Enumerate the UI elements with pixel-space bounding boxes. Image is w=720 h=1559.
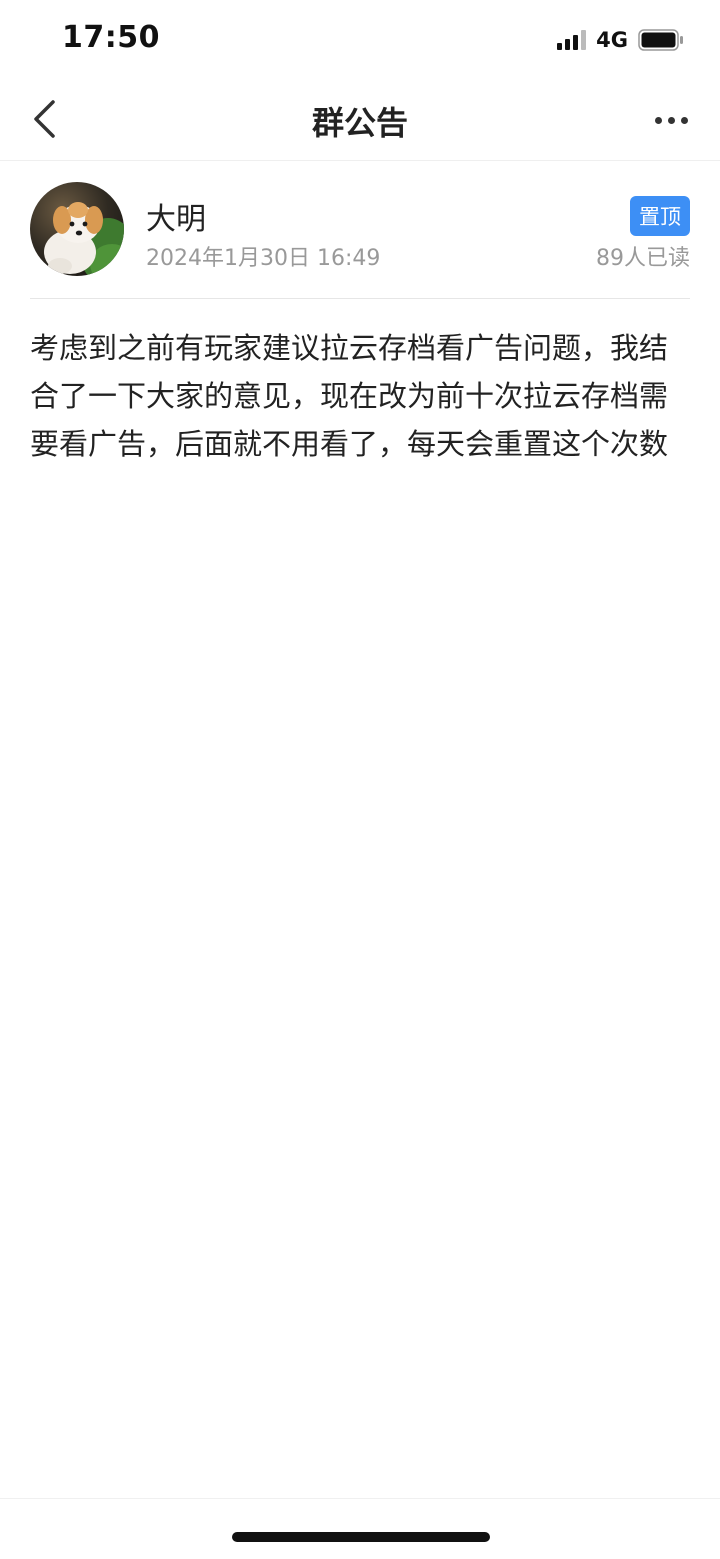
pinned-badge: 置顶 <box>630 196 690 236</box>
signal-icon <box>557 30 587 50</box>
avatar[interactable] <box>30 182 124 276</box>
more-button[interactable] <box>646 102 696 138</box>
read-count[interactable]: 89人已读 <box>596 240 690 272</box>
status-bar: 17:50 4G <box>0 0 720 80</box>
puppy-avatar-image <box>30 182 124 276</box>
bottom-divider <box>0 1498 720 1499</box>
announcement-body: 考虑到之前有玩家建议拉云存档看广告问题，我结合了一下大家的意见，现在改为前十次拉… <box>30 331 669 461</box>
page-title: 群公告 <box>311 104 408 142</box>
author-name[interactable]: 大明 <box>146 194 206 238</box>
more-dots-icon <box>654 116 662 124</box>
status-indicators: 4G <box>557 26 684 54</box>
status-time: 17:50 <box>62 20 160 55</box>
network-label: 4G <box>596 28 628 52</box>
nav-bar: 群公告 <box>0 80 720 161</box>
battery-icon <box>638 29 683 51</box>
post-timestamp: 2024年1月30日 16:49 <box>146 246 381 271</box>
announcement-header: 大明 2024年1月30日 16:49 置顶 89人已读 <box>30 182 690 299</box>
home-indicator[interactable] <box>232 1532 490 1542</box>
